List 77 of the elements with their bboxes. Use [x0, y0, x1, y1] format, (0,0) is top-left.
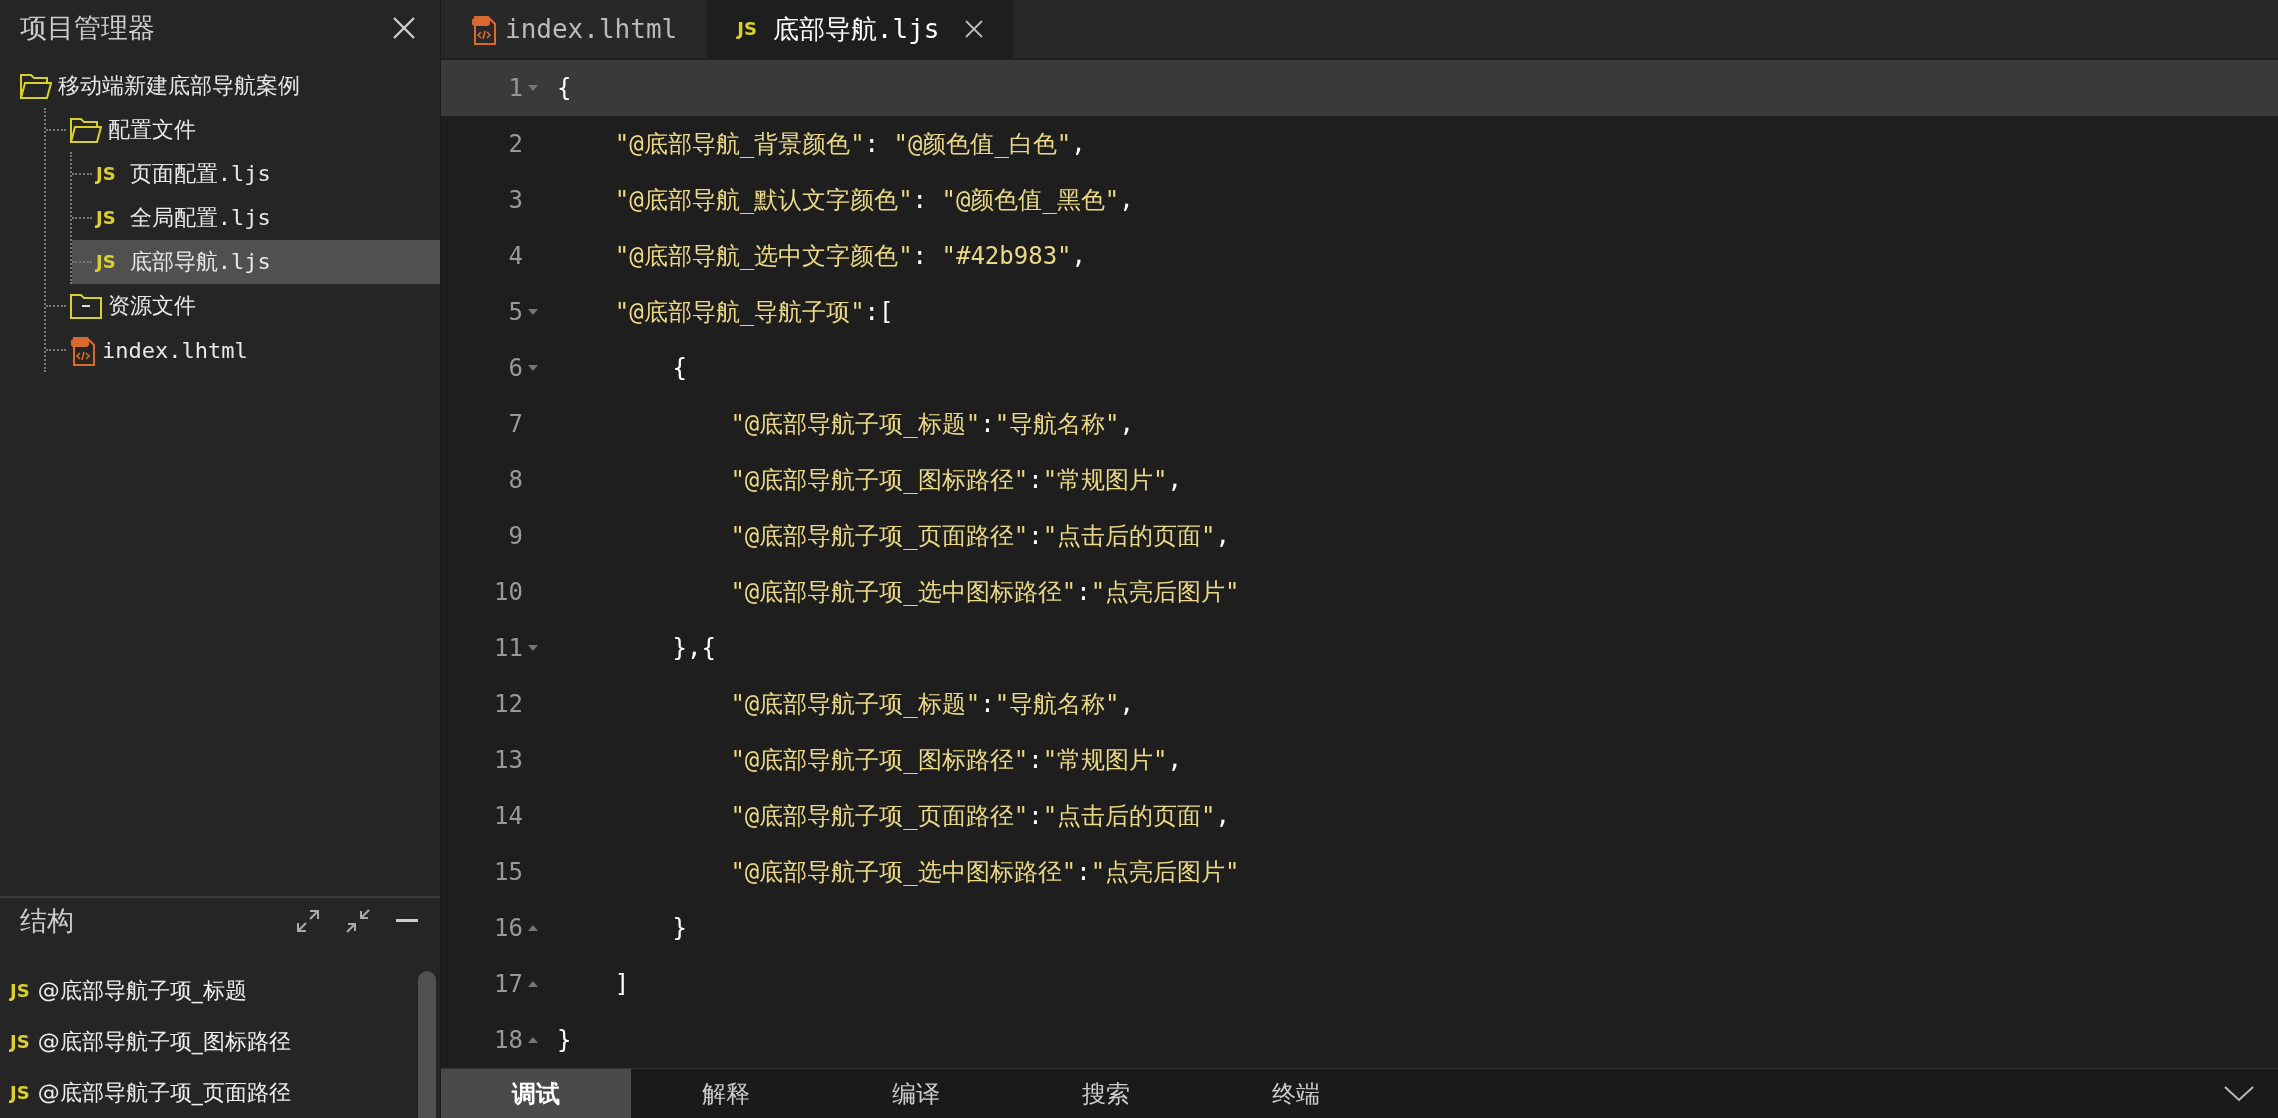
line-number: 12: [494, 690, 523, 718]
code-line: }: [556, 1026, 572, 1054]
outline-item[interactable]: JS @底部导航子项_图标路径: [0, 1016, 418, 1067]
js-file-icon: JS: [10, 981, 30, 1000]
line-number: 1: [508, 74, 523, 102]
tree-item[interactable]: 资源文件: [46, 284, 440, 328]
js-file-icon: JS: [96, 209, 116, 227]
code-line: },{: [671, 634, 716, 662]
line-number: 15: [494, 858, 523, 886]
panel-tab[interactable]: 编译: [821, 1069, 1011, 1118]
panel-title: 结构: [20, 903, 75, 938]
code-line: "@底部导航子项_图标路径":"常规图片",: [729, 745, 1182, 776]
fold-arrow-icon[interactable]: [528, 981, 538, 987]
js-file-icon: JS: [10, 1032, 30, 1051]
editor-tab[interactable]: JS 底部导航.ljs: [707, 0, 1014, 58]
line-number: 5: [508, 298, 523, 326]
code-line: }: [671, 914, 688, 942]
html-file-icon: [70, 334, 96, 366]
close-icon[interactable]: [965, 20, 984, 38]
line-number: 14: [494, 802, 523, 830]
scrollbar[interactable]: [418, 971, 436, 1118]
tree-item[interactable]: JS 底部导航.ljs: [72, 240, 440, 284]
js-file-icon: JS: [10, 1083, 30, 1102]
line-number: 2: [508, 130, 523, 158]
js-file-icon: JS: [737, 20, 757, 38]
line-number: 7: [508, 410, 523, 438]
fold-arrow-icon[interactable]: [528, 1037, 538, 1043]
line-number: 6: [508, 354, 523, 382]
collapse-icon[interactable]: [344, 906, 372, 935]
panel-tab[interactable]: 终端: [1201, 1069, 1391, 1118]
open-folder-icon[interactable]: [70, 117, 102, 143]
code-line: "@底部导航_导航子项":[: [613, 297, 894, 328]
minimize-icon[interactable]: [394, 916, 420, 925]
line-number: 3: [508, 186, 523, 214]
line-number: 8: [508, 466, 523, 494]
code-line: "@底部导航子项_标题":"导航名称",: [729, 689, 1134, 720]
code-line: "@底部导航子项_标题":"导航名称",: [729, 409, 1134, 440]
folder-minus-icon[interactable]: [70, 293, 102, 319]
js-file-icon: JS: [96, 253, 116, 271]
panel-title: 项目管理器: [20, 11, 155, 45]
outline-item[interactable]: JS @底部导航子项_标题: [0, 965, 418, 1016]
line-number: 9: [508, 522, 523, 550]
code-line: "@底部导航子项_选中图标路径":"点亮后图片": [729, 577, 1240, 608]
tree-item[interactable]: index.lhtml: [46, 328, 440, 372]
code-line: "@底部导航_选中文字颜色": "#42b983",: [613, 241, 1086, 272]
line-number: 16: [494, 914, 523, 942]
line-number: 4: [508, 242, 523, 270]
tree-item[interactable]: JS 页面配置.ljs: [72, 152, 440, 196]
code-line: "@底部导航子项_页面路径":"点击后的页面",: [729, 801, 1230, 832]
panel-tab[interactable]: 搜索: [1011, 1069, 1201, 1118]
panel-tab[interactable]: 调试: [441, 1069, 631, 1118]
code-line: "@底部导航_默认文字颜色": "@颜色值_黑色",: [613, 185, 1134, 216]
code-line: "@底部导航子项_选中图标路径":"点亮后图片": [729, 857, 1240, 888]
code-line: "@底部导航子项_图标路径":"常规图片",: [729, 465, 1182, 496]
fold-arrow-icon[interactable]: [528, 925, 538, 931]
code-line: {: [671, 354, 688, 382]
line-number: 10: [494, 578, 523, 606]
open-folder-icon[interactable]: [20, 73, 52, 99]
html-file-icon: [471, 13, 497, 45]
line-number: 13: [494, 746, 523, 774]
tree-item[interactable]: JS 全局配置.ljs: [72, 196, 440, 240]
code-line: ]: [613, 970, 630, 998]
fold-arrow-icon[interactable]: [528, 309, 538, 315]
code-line: "@底部导航_背景颜色": "@颜色值_白色",: [613, 129, 1086, 160]
js-file-icon: JS: [96, 165, 116, 183]
panel-tab[interactable]: 解释: [631, 1069, 821, 1118]
line-number: 18: [494, 1026, 523, 1054]
fold-arrow-icon[interactable]: [528, 85, 538, 91]
outline-item[interactable]: JS @底部导航子项_页面路径: [0, 1067, 418, 1118]
line-number: 11: [494, 634, 523, 662]
code-line: "@底部导航子项_页面路径":"点击后的页面",: [729, 521, 1230, 552]
fold-arrow-icon[interactable]: [528, 365, 538, 371]
tree-item[interactable]: 配置文件: [46, 108, 440, 152]
code-line: {: [556, 74, 572, 102]
line-number: 17: [494, 970, 523, 998]
fold-arrow-icon[interactable]: [528, 645, 538, 651]
tree-item[interactable]: 移动端新建底部导航案例: [20, 64, 440, 108]
